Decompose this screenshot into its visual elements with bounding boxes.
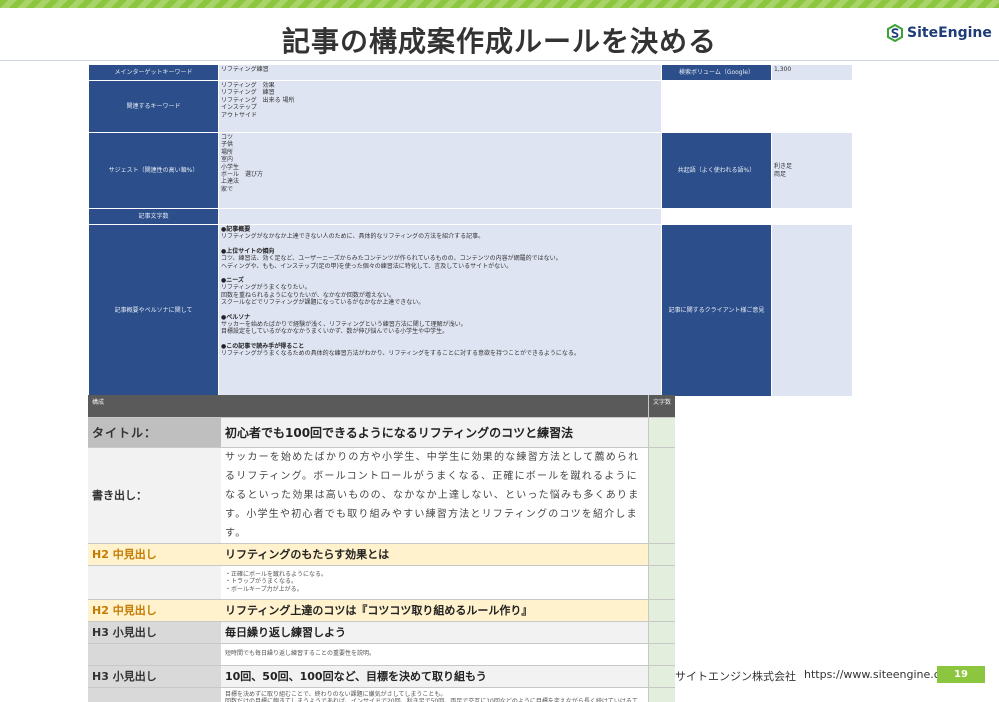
count-cell <box>647 447 675 544</box>
intro-value: サッカーを始めたばかりの方や小学生、中学生に効果的な練習方法として薦められるリフ… <box>221 447 648 544</box>
h2-value: リフティングのもたらす効果とは <box>221 543 648 566</box>
row-key <box>88 687 221 702</box>
row-key: H3 小見出し <box>88 665 221 688</box>
h3-value: 毎日繰り返し練習しよう <box>221 621 648 644</box>
main-keyword-label: メインターゲットキーワード <box>88 64 219 81</box>
outline-row-h2: H2 中見出し リフティングのもたらす効果とは <box>88 543 675 566</box>
sheet-row-word-count: 記事文字数 <box>88 208 853 225</box>
outline-row-intro: 書き出し： サッカーを始めたばかりの方や小学生、中学生に効果的な練習方法として薦… <box>88 447 675 544</box>
count-cell <box>647 665 675 688</box>
row-key <box>88 643 221 666</box>
sheet-row-persona: 記事概要やペルソナに関して ●記事概要 リフティングがなかなか上達できない人のた… <box>88 224 853 397</box>
cooccur-label: 共起語（よく使われる語%） <box>661 132 772 209</box>
overview-text: リフティングがなかなか上達できない人のために、具体的なリフティングの方法を紹介す… <box>221 233 485 241</box>
top-sites-text: コツ、練習法、効く足など、ユーザーニーズからみたコンテンツが作られているものの、… <box>221 255 562 270</box>
count-cell <box>647 417 675 448</box>
keyword-sheet: メインターゲットキーワード リフティング練習 検索ボリューム（Google） 1… <box>88 64 853 397</box>
footer: サイトエンジン株式会社 https://www.siteengine.co.jp… <box>675 668 964 684</box>
needs-text: リフティングがうまくなりたい。 回数を重ねられるようになりたいが、なかなか回数が… <box>221 284 425 307</box>
title-divider <box>0 60 999 61</box>
search-volume-label: 検索ボリューム（Google） <box>661 64 772 81</box>
company-name: サイトエンジン株式会社 <box>675 670 796 683</box>
related-keywords-label: 関連するキーワード <box>88 80 219 133</box>
goal-text: リフティングがうまくなるための具体的な練習方法がわかり、リフティングをすることに… <box>221 350 580 358</box>
count-cell <box>647 643 675 666</box>
persona-heading: ●ペルソナ <box>221 313 251 321</box>
client-opinion-value <box>771 224 853 397</box>
persona-value: ●記事概要 リフティングがなかなか上達できない人のために、具体的なリフティングの… <box>218 224 662 397</box>
row-key: 書き出し： <box>88 447 221 544</box>
row-key: H2 中見出し <box>88 599 221 622</box>
outline-row-h3: H3 小見出し 毎日繰り返し練習しよう <box>88 621 675 644</box>
outline-header-count: 文字数 <box>647 395 675 418</box>
logo-mark-icon <box>887 24 903 42</box>
note-value: 目標を決めずに取り組むことで、終わりのない課題に嫌気がさしてしまうことも。 回数… <box>221 687 648 702</box>
outline-row-note: ・正確にボールを蹴れるようになる。 ・トラップがうまくなる。 ・ボールキープ力が… <box>88 565 675 600</box>
title-value: 初心者でも100回できるようになるリフティングのコツと練習法 <box>221 417 648 448</box>
note-value: ・正確にボールを蹴れるようになる。 ・トラップがうまくなる。 ・ボールキープ力が… <box>221 565 648 600</box>
sheet-row-related: 関連するキーワード リフティング 効果 リフティング 練習 リフティング 出来る… <box>88 80 853 133</box>
related-keywords-value: リフティング 効果 リフティング 練習 リフティング 出来る 場所 インステップ… <box>218 80 662 133</box>
outline-row-note: 目標を決めずに取り組むことで、終わりのない課題に嫌気がさしてしまうことも。 回数… <box>88 687 675 702</box>
empty-cell <box>771 80 853 133</box>
persona-label: 記事概要やペルソナに関して <box>88 224 219 397</box>
row-key <box>88 565 221 600</box>
outline-header-label: 構成 <box>88 395 221 418</box>
sheet-row-main-keyword: メインターゲットキーワード リフティング練習 検索ボリューム（Google） 1… <box>88 64 853 81</box>
top-stripe <box>0 0 999 8</box>
empty-cell <box>661 80 772 133</box>
search-volume-value: 1,300 <box>771 64 853 81</box>
count-cell <box>647 543 675 566</box>
note-value: 短時間でも毎日繰り返し練習することの重要性を説明。 <box>221 643 648 666</box>
count-cell <box>647 621 675 644</box>
count-cell <box>647 599 675 622</box>
article-outline: 構成 文字数 タイトル： 初心者でも100回できるようになるリフティングのコツと… <box>88 395 675 702</box>
empty-cell <box>661 208 772 225</box>
count-cell <box>647 565 675 600</box>
outline-row-h2: H2 中見出し リフティング上達のコツは『コツコツ取り組めるルール作り』 <box>88 599 675 622</box>
h2-value: リフティング上達のコツは『コツコツ取り組めるルール作り』 <box>221 599 648 622</box>
outline-row-h3: H3 小見出し 10回、50回、100回など、目標を決めて取り組もう <box>88 665 675 688</box>
logo-text: SiteEngine <box>907 25 992 41</box>
h3-value: 10回、50回、100回など、目標を決めて取り組もう <box>221 665 648 688</box>
row-key: タイトル： <box>88 417 221 448</box>
page-number-badge: 19 <box>937 666 985 683</box>
suggest-value: コツ 子供 場所 室内 小学生 ボール 選び方 上達法 家で <box>218 132 662 209</box>
row-key: H2 中見出し <box>88 543 221 566</box>
outline-header-spacer <box>221 395 648 418</box>
word-count-value <box>218 208 662 225</box>
suggest-label: サジェスト（関連性の高い順%） <box>88 132 219 209</box>
outline-row-note: 短時間でも毎日繰り返し練習することの重要性を説明。 <box>88 643 675 666</box>
main-keyword-value: リフティング練習 <box>218 64 662 81</box>
client-opinion-label: 記事に関するクライアント様ご意見 <box>661 224 772 397</box>
outline-row-title: タイトル： 初心者でも100回できるようになるリフティングのコツと練習法 <box>88 417 675 448</box>
outline-header: 構成 文字数 <box>88 395 675 418</box>
count-cell <box>647 687 675 702</box>
row-key: H3 小見出し <box>88 621 221 644</box>
sheet-row-suggest: サジェスト（関連性の高い順%） コツ 子供 場所 室内 小学生 ボール 選び方 … <box>88 132 853 209</box>
slide-title: 記事の構成案作成ルールを決める <box>281 25 717 58</box>
empty-cell <box>771 208 853 225</box>
logo: SiteEngine <box>886 24 992 42</box>
word-count-label: 記事文字数 <box>88 208 219 225</box>
cooccur-value: 利き足 両足 <box>771 132 853 209</box>
persona-text: サッカーを始めたばかりで経験が浅く、リフティングという練習方法に関して理解が浅い… <box>221 321 467 336</box>
